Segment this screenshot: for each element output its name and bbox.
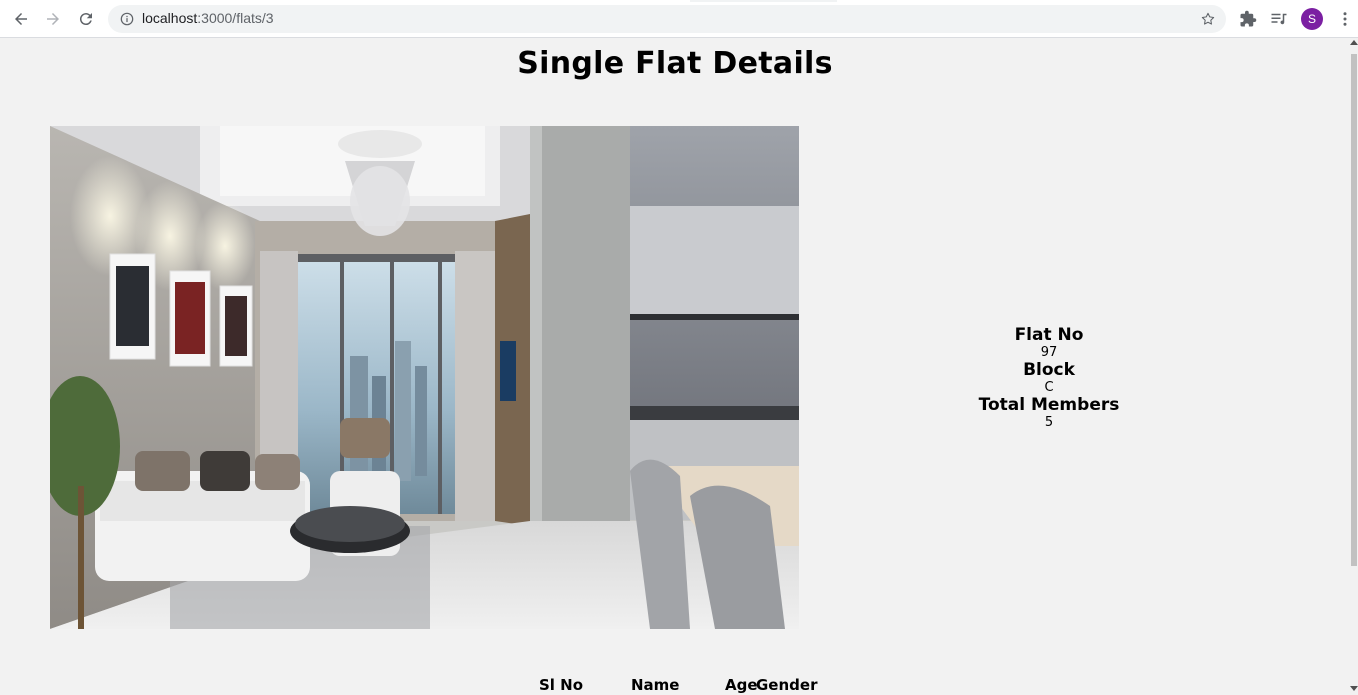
total-members-label: Total Members (978, 395, 1120, 415)
extensions-icon[interactable] (1239, 10, 1257, 28)
scroll-up-arrow-icon[interactable] (1350, 40, 1358, 45)
info-icon[interactable] (120, 12, 134, 26)
url-text[interactable]: localhost:3000/flats/3 (142, 10, 274, 26)
scrollbar-thumb[interactable] (1351, 54, 1357, 566)
flat-image (50, 126, 799, 629)
page-content: Single Flat Details Flat No 97 Block C T… (0, 38, 1350, 695)
address-bar[interactable]: localhost:3000/flats/3 (108, 5, 1226, 33)
profile-avatar[interactable]: S (1301, 8, 1323, 30)
column-header-gender: Gender (756, 676, 818, 694)
back-icon[interactable] (11, 9, 31, 29)
flat-no-value: 97 (1040, 345, 1058, 360)
total-members-value: 5 (1044, 415, 1054, 430)
column-header-name: Name (631, 676, 680, 694)
tab-strip-edge (690, 0, 837, 2)
column-header-age: Age (725, 676, 758, 694)
media-control-icon[interactable] (1270, 10, 1288, 28)
column-header-sl-no: Sl No (539, 676, 584, 694)
page-title: Single Flat Details (517, 46, 833, 81)
flat-details: Flat No 97 Block C Total Members 5 (949, 325, 1149, 430)
reload-icon[interactable] (76, 9, 96, 29)
vertical-scrollbar[interactable] (1350, 38, 1358, 695)
browser-toolbar: localhost:3000/flats/3 S (0, 0, 1358, 38)
block-label: Block (1023, 360, 1075, 380)
scroll-down-arrow-icon[interactable] (1350, 686, 1358, 691)
flat-no-label: Flat No (1014, 325, 1084, 345)
menu-kebab-icon[interactable] (1336, 10, 1354, 28)
forward-icon[interactable] (43, 9, 63, 29)
block-value: C (1044, 380, 1054, 395)
star-icon[interactable] (1200, 11, 1216, 27)
